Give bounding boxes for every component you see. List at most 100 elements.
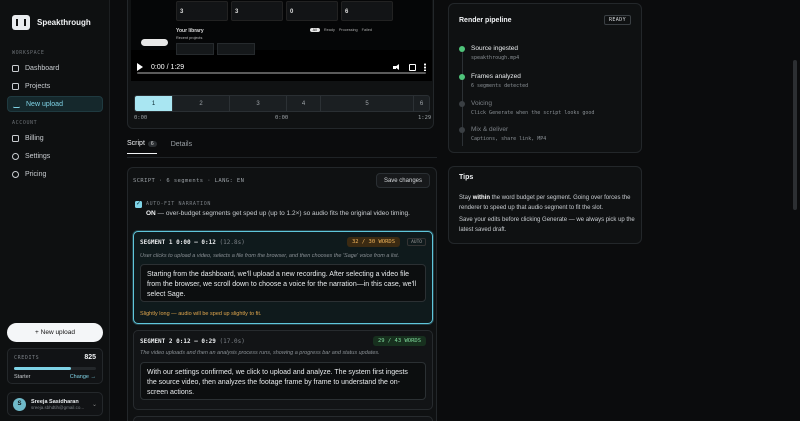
save-changes-button[interactable]: Save changes [375,173,430,188]
brand[interactable]: Speakthrough [12,15,91,30]
step-subtext: 6 segments detected [471,83,529,89]
segment-card-1[interactable]: SEGMENT 1 0:00 – 0:12 (12.8s) 32 / 30 WO… [133,231,433,324]
dashboard-icon [12,64,19,72]
script-panel: SCRIPT · 6 segments · LANG: EN Save chan… [127,167,437,421]
page-scrollbar[interactable] [790,0,800,421]
video-frame-preview: 3 3 0 6 Your library Recent projects All… [131,0,432,55]
step-subtext: Click Generate when the script looks goo… [471,110,595,116]
play-icon[interactable] [137,63,143,71]
autofit-checkbox[interactable]: ✓ [135,201,142,208]
segment-script-textarea[interactable]: With our settings confirmed, we click to… [140,362,426,400]
user-name: Sreeja Sasidharan [31,398,79,405]
timeline-segment-4[interactable]: 4 [287,96,321,111]
new-upload-button[interactable]: + New upload [7,323,103,342]
brand-name: Speakthrough [37,18,91,27]
segment-card-3[interactable] [133,416,433,421]
card-icon [12,134,19,142]
step-done-icon [459,74,465,80]
preview-tabs: All Ready Processing Failed [309,28,372,32]
upload-icon [13,101,20,108]
volume-icon[interactable] [393,63,401,71]
sidebar-item-label: Projects [25,82,51,90]
status-badge: READY [603,15,631,25]
sidebar-item-new-upload[interactable]: New upload [7,96,103,112]
scrollbar-thumb[interactable] [793,60,797,210]
preview-stat: 3 [180,9,184,15]
segment-title: SEGMENT 1 0:00 – 0:12 (12.8s) [140,239,245,246]
more-options-icon[interactable] [424,63,426,71]
script-header: SCRIPT · 6 segments · LANG: EN [133,178,245,184]
segment-description: User clicks to upload a video, selects a… [140,253,400,259]
step-subtext: Captions, share link, MP4 [471,136,547,142]
tab-count-badge: 6 [147,140,157,147]
word-count-badge: 32 / 30 WORDS [346,237,400,247]
preview-stat: 6 [345,9,349,15]
change-plan-link[interactable]: Change → [70,374,96,380]
preview-tab: Ready [323,28,335,32]
autofit-state: ON [146,210,156,217]
segment-range: 0:00 – 0:12 [176,239,216,246]
timeline-mid-time: 0:00 [275,115,289,121]
sidebar-item-projects[interactable]: Projects [7,78,103,94]
segment-card-2[interactable]: SEGMENT 2 0:12 – 0:29 (17.0s) 29 / 43 WO… [133,330,433,410]
timeline-segment-2[interactable]: 2 [173,96,230,111]
pipeline-title: Render pipeline [459,17,512,24]
segment-description: The video uploads and then an analysis p… [140,350,380,356]
preview-tab: All [309,28,320,32]
preview-stat: 0 [290,9,294,15]
avatar: S [13,397,26,411]
segment-label: SEGMENT 1 [140,239,173,246]
fullscreen-icon[interactable] [409,63,416,71]
tab-bar: Script 6 Details [127,140,192,154]
step-done-icon [459,46,465,52]
timeline-segment-6[interactable]: 6 [414,96,429,111]
step-label: Voicing [471,100,492,107]
sidebar-item-label: Settings [25,152,51,160]
user-menu[interactable]: S Sreeja Sasidharan sreeja.sbhdtih@gmail… [7,392,103,416]
segment-timeline: 1 2 3 4 5 6 [134,95,430,112]
sidebar-item-label: Pricing [25,170,47,178]
sidebar-item-settings[interactable]: Settings [7,148,103,164]
render-pipeline-panel: Render pipeline READY Source ingested sp… [448,3,642,153]
segment-script-textarea[interactable]: Starting from the dashboard, we'll uploa… [140,264,426,302]
preview-library-sub: Recent projects [176,36,203,40]
sidebar-item-label: Dashboard [25,64,60,72]
segment-duration: (17.0s) [219,338,245,345]
segment-label: SEGMENT 2 [140,338,173,345]
autofit-title: AUTO-FIT NARRATION [146,201,211,207]
tab-details[interactable]: Details [171,141,192,154]
autofit-desc-text: — over-budget segments get sped up (up t… [155,210,410,217]
credits-progress-bar [14,367,96,370]
account-section-label: ACCOUNT [12,120,38,126]
credits-progress-fill [14,367,72,370]
tips-title: Tips [459,174,474,181]
preview-library-title: Your library [176,28,204,34]
segment-warning-note: Slightly long — audio will be sped up sl… [140,311,262,317]
word-count-badge: 29 / 43 WORDS [372,336,426,346]
step-subtext: speakthrough.mp4 [471,55,520,61]
timeline-segment-5[interactable]: 5 [321,96,414,111]
preview-button [141,39,168,46]
sidebar-item-pricing[interactable]: Pricing [7,166,103,182]
timeline-start-time: 0:00 [134,115,148,121]
timeline-segment-3[interactable]: 3 [230,96,287,111]
tip-word-budget: Stay within the word budget per segment.… [459,194,639,213]
sidebar-item-dashboard[interactable]: Dashboard [7,60,103,76]
workspace-section-label: WORKSPACE [12,50,45,56]
video-player[interactable]: 3 3 0 6 Your library Recent projects All… [131,0,432,81]
tab-script[interactable]: Script 6 [127,140,157,154]
step-label: Mix & deliver [471,126,509,133]
video-scrubber[interactable] [137,72,426,74]
tab-label: Details [170,140,193,148]
plan-name: Starter [14,374,31,380]
tab-divider [127,157,437,158]
video-time: 0:00 / 1:29 [151,63,185,71]
tips-panel: Tips Stay within the word budget per seg… [448,166,642,244]
preview-tab: Processing [338,28,358,32]
video-controls: 0:00 / 1:29 [131,53,432,81]
gear-icon [12,152,19,160]
timeline-segment-1[interactable]: 1 [135,96,173,111]
step-pending-icon [459,127,465,133]
sidebar-item-billing[interactable]: Billing [7,130,103,146]
auto-badge[interactable]: AUTO [407,238,426,246]
